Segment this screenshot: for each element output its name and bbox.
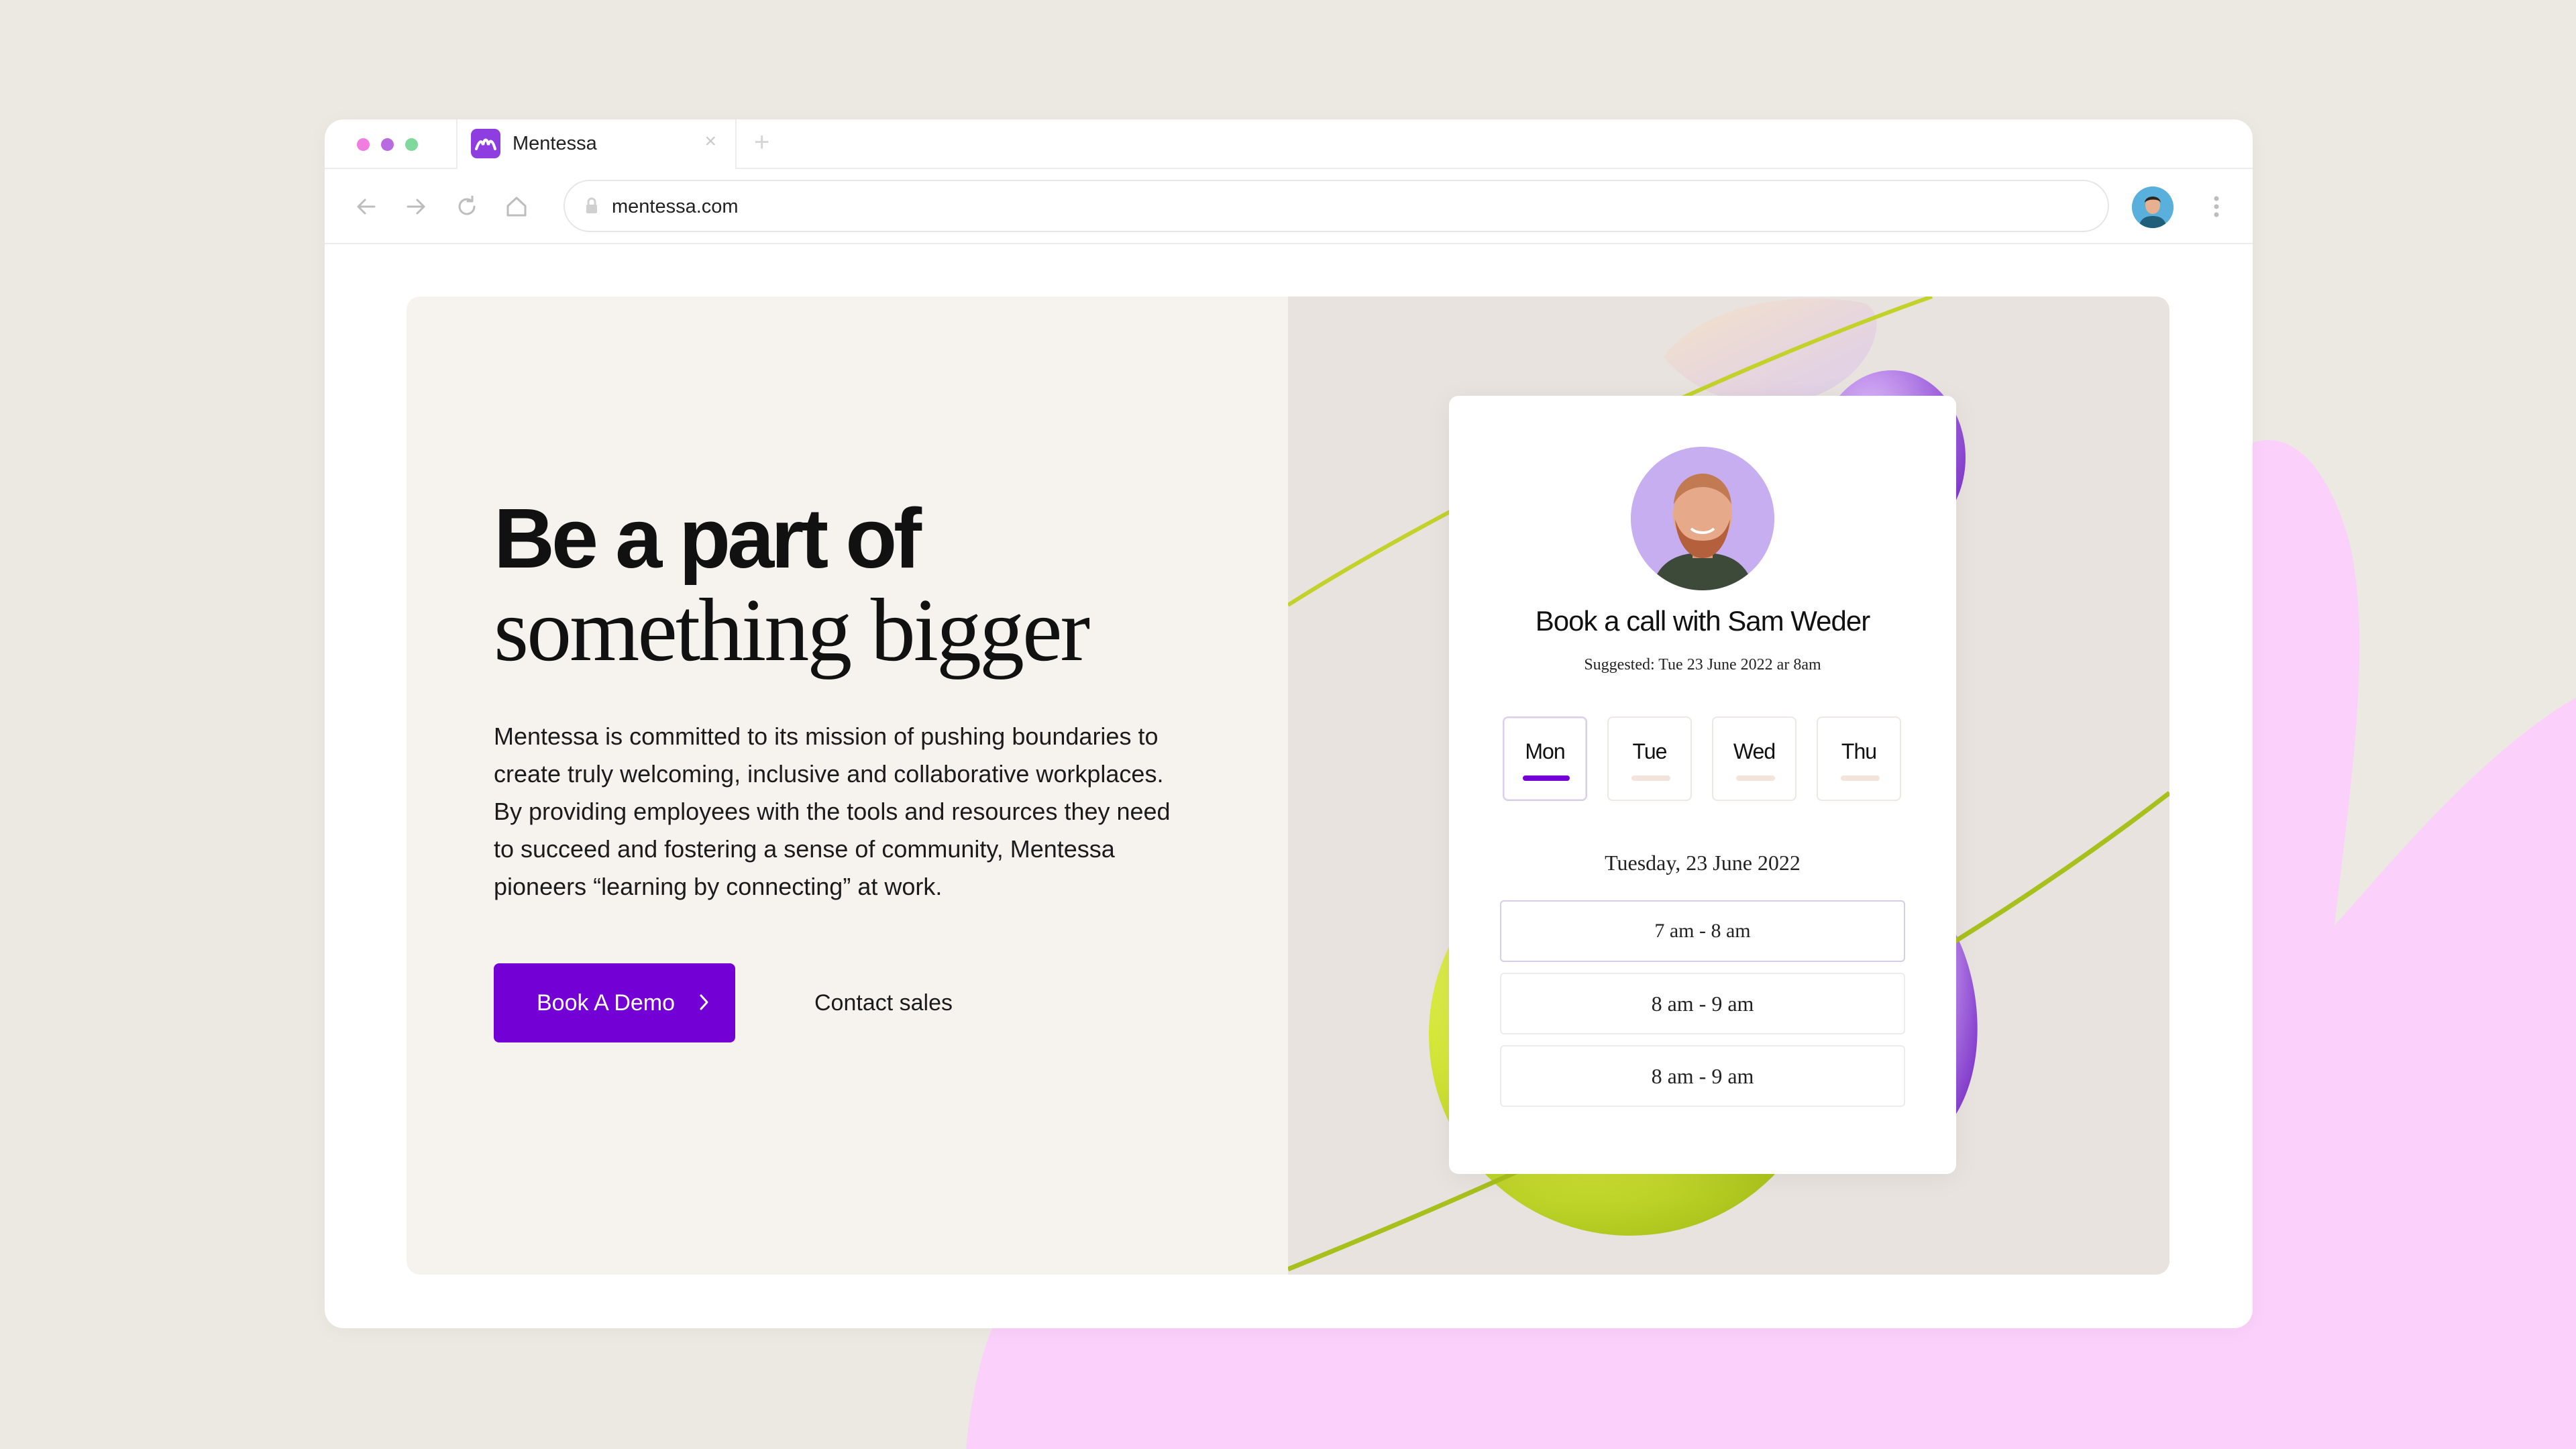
booking-card: Book a call with Sam Weder Suggested: Tu… bbox=[1449, 396, 1956, 1174]
time-slot[interactable]: 8 am - 9 am bbox=[1500, 973, 1905, 1034]
hero-text-panel: Be a part of something bigger Mentessa i… bbox=[407, 297, 1288, 1275]
maximize-window-dot[interactable] bbox=[405, 138, 418, 151]
tab-title: Mentessa bbox=[513, 133, 597, 154]
home-icon[interactable] bbox=[502, 192, 531, 221]
day-label: Tue bbox=[1632, 739, 1668, 763]
lock-icon bbox=[586, 197, 597, 213]
book-demo-button[interactable]: Book A Demo bbox=[494, 963, 735, 1042]
day-selector: Mon Tue Wed Thu bbox=[1503, 716, 1901, 801]
day-indicator bbox=[1631, 775, 1670, 781]
day-tab-tue[interactable]: Tue bbox=[1607, 716, 1692, 801]
day-indicator bbox=[1736, 775, 1775, 781]
hero-section: Be a part of something bigger Mentessa i… bbox=[407, 297, 2169, 1275]
browser-toolbar: mentessa.com bbox=[325, 169, 2253, 244]
time-slot[interactable]: 7 am - 8 am bbox=[1500, 900, 1905, 962]
tab-mentessa[interactable]: Mentessa × bbox=[456, 119, 737, 169]
mentessa-logo-icon bbox=[471, 129, 500, 158]
reload-icon[interactable] bbox=[452, 192, 482, 221]
minimize-window-dot[interactable] bbox=[381, 138, 394, 151]
window-controls bbox=[357, 138, 418, 151]
headline-line-2: something bigger bbox=[494, 580, 1090, 680]
url-text: mentessa.com bbox=[612, 196, 739, 217]
chevron-right-icon bbox=[700, 994, 708, 1010]
hero-visual-panel: Book a call with Sam Weder Suggested: Tu… bbox=[1288, 297, 2169, 1275]
headline-line-1: Be a part of bbox=[494, 491, 922, 586]
close-icon[interactable]: × bbox=[704, 131, 716, 152]
day-tab-thu[interactable]: Thu bbox=[1817, 716, 1901, 801]
tab-bar: Mentessa × + bbox=[325, 119, 2253, 169]
day-tab-mon[interactable]: Mon bbox=[1503, 716, 1587, 801]
day-label: Mon bbox=[1525, 739, 1565, 763]
address-bar[interactable]: mentessa.com bbox=[564, 180, 2109, 232]
avatar[interactable] bbox=[2132, 186, 2174, 228]
plus-icon[interactable]: + bbox=[754, 129, 769, 156]
arrow-right-icon[interactable] bbox=[401, 192, 431, 221]
day-label: Thu bbox=[1841, 739, 1877, 763]
book-demo-label: Book A Demo bbox=[537, 989, 676, 1016]
day-indicator bbox=[1523, 775, 1570, 781]
browser-window: Mentessa × + mentessa.com Be a part of s… bbox=[325, 119, 2253, 1328]
close-window-dot[interactable] bbox=[357, 138, 370, 151]
time-slot[interactable]: 8 am - 9 am bbox=[1500, 1045, 1905, 1107]
hero-description: Mentessa is committed to its mission of … bbox=[494, 722, 1171, 900]
contact-sales-link[interactable]: Contact sales bbox=[814, 990, 953, 1016]
day-tab-wed[interactable]: Wed bbox=[1712, 716, 1796, 801]
booking-title: Book a call with Sam Weder bbox=[1535, 605, 1870, 637]
suggested-time: Suggested: Tue 23 June 2022 ar 8am bbox=[1584, 656, 1821, 674]
day-indicator bbox=[1841, 775, 1880, 781]
avatar bbox=[1631, 447, 1774, 590]
arrow-left-icon[interactable] bbox=[352, 192, 381, 221]
selected-date: Tuesday, 23 June 2022 bbox=[1605, 851, 1801, 875]
kebab-menu-icon[interactable] bbox=[2212, 192, 2220, 221]
day-label: Wed bbox=[1733, 739, 1776, 763]
